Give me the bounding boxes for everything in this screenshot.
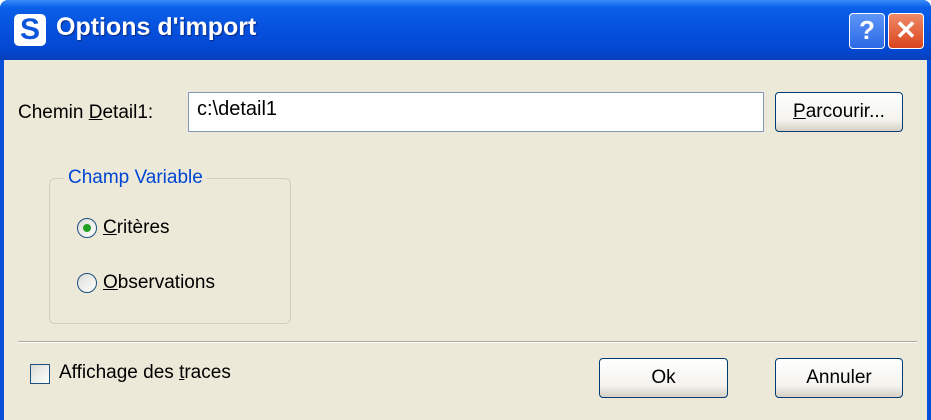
champ-variable-group bbox=[49, 178, 291, 324]
dialog-body: Chemin Detail1: c:\detail1 Parcourir... … bbox=[4, 60, 927, 420]
radio-selected-dot bbox=[83, 224, 91, 232]
path-input[interactable]: c:\detail1 bbox=[188, 92, 764, 132]
radio-criteres-text: ritères bbox=[116, 217, 170, 238]
browse-button[interactable]: Parcourir... bbox=[775, 92, 903, 132]
browse-label: arcourir... bbox=[805, 101, 885, 122]
traces-label-part: Affichage des bbox=[59, 362, 180, 383]
path-label-mnemonic: D bbox=[88, 102, 103, 123]
path-label-part: Chemin bbox=[18, 102, 89, 123]
radio-criteres-label[interactable]: Critères bbox=[103, 217, 170, 239]
path-label: Chemin Detail1: bbox=[18, 102, 153, 124]
radio-criteres[interactable] bbox=[77, 218, 97, 238]
champ-variable-legend: Champ Variable bbox=[64, 167, 207, 189]
help-button[interactable]: ? bbox=[849, 13, 885, 49]
radio-criteres-mnemonic: C bbox=[103, 217, 117, 238]
path-label-part: etail1: bbox=[102, 102, 154, 123]
traces-label[interactable]: Affichage des traces bbox=[59, 362, 231, 384]
cancel-button[interactable]: Annuler bbox=[775, 358, 903, 398]
radio-observations[interactable] bbox=[77, 273, 97, 293]
close-button[interactable]: ✕ bbox=[888, 13, 924, 49]
radio-observations-text: bservations bbox=[117, 272, 215, 293]
browse-mnemonic: P bbox=[793, 101, 806, 122]
ok-button[interactable]: Ok bbox=[599, 358, 728, 398]
traces-checkbox[interactable] bbox=[30, 364, 50, 384]
radio-observations-label[interactable]: Observations bbox=[103, 272, 215, 294]
dialog-title: Options d'import bbox=[56, 13, 257, 41]
dialog-window: S Options d'import ? ✕ Chemin Detail1: c… bbox=[0, 0, 931, 420]
title-bar[interactable]: S Options d'import ? ✕ bbox=[0, 0, 931, 60]
radio-observations-mnemonic: O bbox=[103, 272, 118, 293]
app-icon: S bbox=[14, 14, 46, 46]
separator bbox=[18, 341, 917, 343]
traces-label-part: races bbox=[184, 362, 231, 383]
